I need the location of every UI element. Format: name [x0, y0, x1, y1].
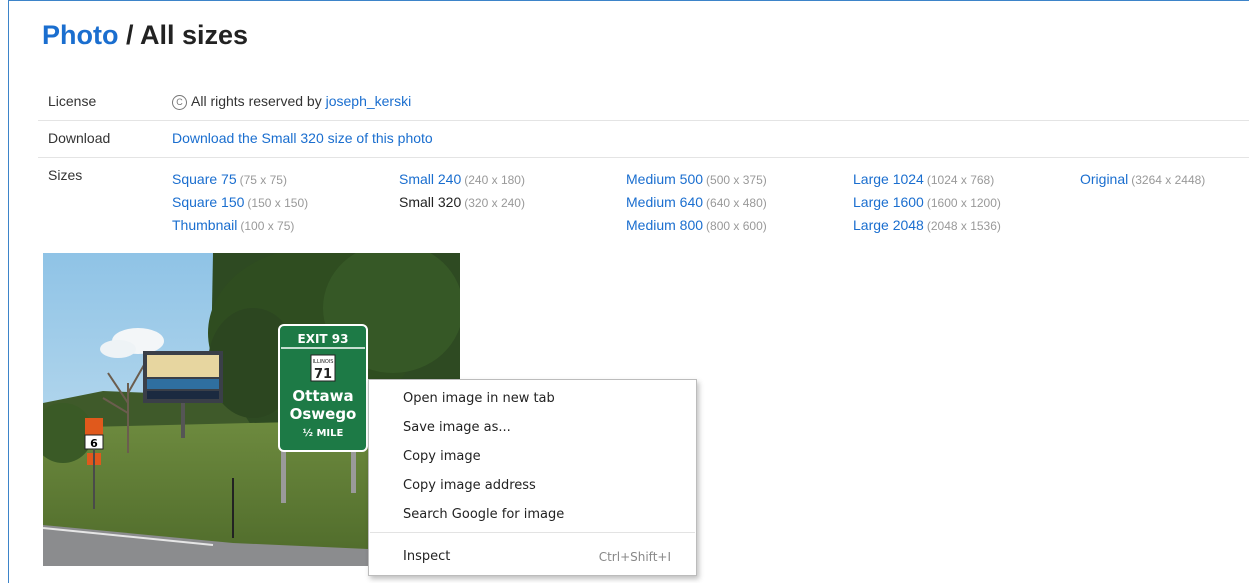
size-option[interactable]: Large 1024 (1024 x 768): [853, 168, 1001, 191]
download-row: Download Download the Small 320 size of …: [38, 121, 1249, 158]
photo-link[interactable]: Photo: [42, 20, 118, 50]
size-option[interactable]: Medium 800 (800 x 600): [626, 214, 767, 237]
svg-text:Ottawa: Ottawa: [292, 387, 353, 405]
copyright-icon: C: [172, 95, 187, 110]
title-separator: /: [118, 20, 140, 50]
sizes-label: Sizes: [48, 167, 83, 183]
sizes-column: Square 75 (75 x 75) Square 150 (150 x 150)…: [172, 168, 308, 237]
owner-link[interactable]: joseph_kerski: [326, 93, 412, 109]
title-text: All sizes: [140, 20, 249, 50]
sizes-row: Sizes Square 75 (75 x 75) Square 150 (150 …: [38, 158, 1249, 238]
size-option[interactable]: Square 75 (75 x 75): [172, 168, 308, 191]
size-option[interactable]: Large 2048 (2048 x 1536): [853, 214, 1001, 237]
size-option[interactable]: Small 240 (240 x 180): [399, 168, 525, 191]
sizes-column: Medium 500 (500 x 375) Medium 640 (640 x 4…: [626, 168, 767, 237]
window-frame-top: [8, 0, 1249, 1]
menu-item-open-image-new-tab[interactable]: Open image in new tab: [369, 386, 696, 412]
size-option[interactable]: Medium 640 (640 x 480): [626, 191, 767, 214]
download-label: Download: [48, 130, 111, 146]
svg-text:Oswego: Oswego: [290, 405, 357, 423]
inspect-shortcut: Ctrl+Shift+I: [598, 550, 671, 564]
context-menu: Open image in new tab Save image as... C…: [368, 379, 697, 576]
svg-text:EXIT 93: EXIT 93: [298, 332, 349, 346]
size-option[interactable]: Original (3264 x 2448): [1080, 168, 1205, 191]
size-option[interactable]: Thumbnail (100 x 75): [172, 214, 308, 237]
menu-item-copy-image[interactable]: Copy image: [369, 444, 696, 470]
svg-text:6: 6: [90, 437, 98, 450]
license-label: License: [48, 93, 97, 109]
sizes-column: Original (3264 x 2448): [1080, 168, 1205, 191]
license-value: C All rights reserved by joseph_kerski: [172, 93, 411, 110]
menu-separator: [370, 532, 695, 533]
menu-item-search-google-image[interactable]: Search Google for image: [369, 502, 696, 528]
size-option[interactable]: Medium 500 (500 x 375): [626, 168, 767, 191]
svg-text:ILLINOIS: ILLINOIS: [313, 359, 334, 365]
sizes-column: Small 240 (240 x 180) Small 320 (320 x 240…: [399, 168, 525, 214]
license-text: All rights reserved by: [191, 93, 326, 109]
page-title: Photo / All sizes: [42, 20, 248, 51]
menu-item-inspect[interactable]: Inspect Ctrl+Shift+I: [369, 544, 696, 570]
menu-item-copy-image-address[interactable]: Copy image address: [369, 473, 696, 499]
svg-text:71: 71: [314, 367, 332, 382]
size-option[interactable]: Large 1600 (1600 x 1200): [853, 191, 1001, 214]
svg-text:½ MILE: ½ MILE: [303, 428, 344, 439]
download-link[interactable]: Download the Small 320 size of this phot…: [172, 130, 433, 146]
sizes-column: Large 1024 (1024 x 768) Large 1600 (1600 x…: [853, 168, 1001, 237]
window-frame-left: [8, 0, 9, 583]
license-row: License C All rights reserved by joseph_k…: [38, 84, 1249, 121]
size-option[interactable]: Square 150 (150 x 150): [172, 191, 308, 214]
menu-item-save-image-as[interactable]: Save image as...: [369, 415, 696, 441]
size-option-current: Small 320 (320 x 240): [399, 194, 525, 210]
